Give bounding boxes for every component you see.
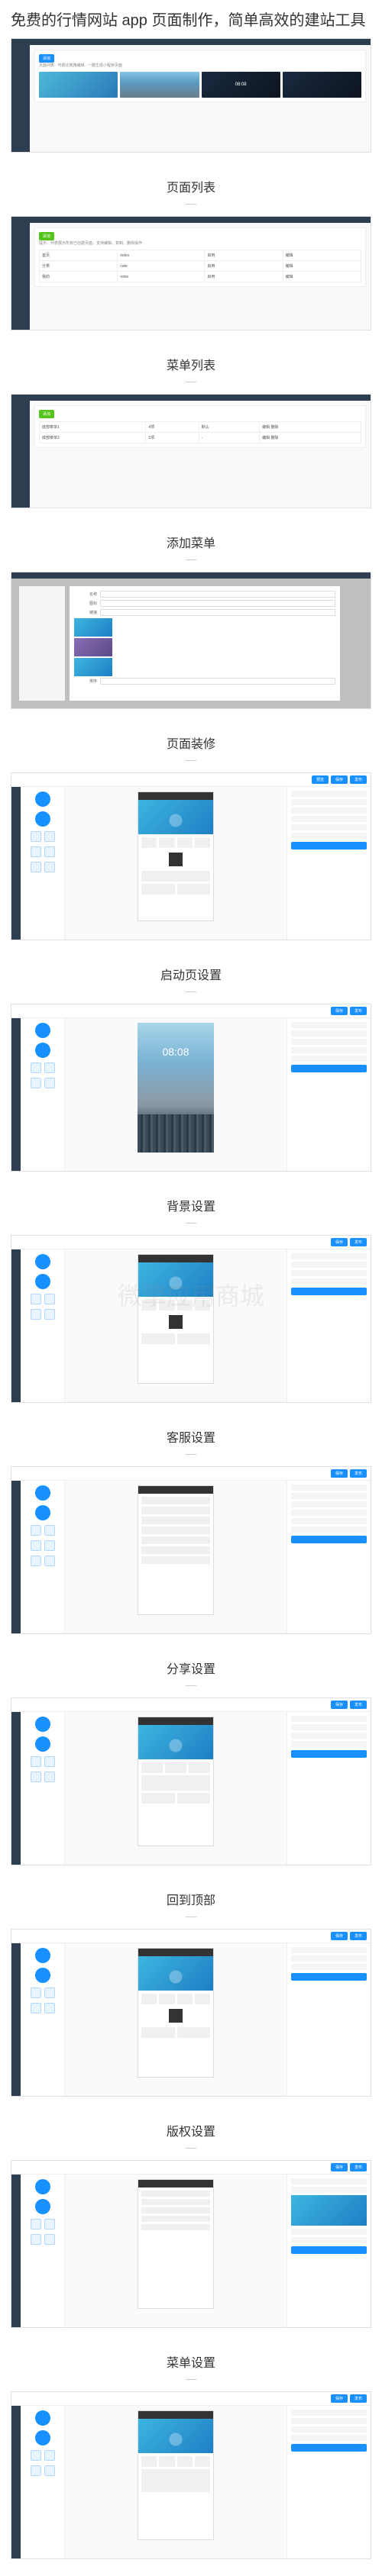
screenshot-share-settings: 保存发布 bbox=[11, 1697, 371, 1865]
phone-preview bbox=[138, 791, 214, 921]
section-title: 菜单设置 bbox=[0, 2342, 382, 2374]
menu-form: 名称 图标 链接 排序 bbox=[70, 586, 340, 701]
screenshot-page-editor: 添加 页面列表 · 可视化拖拽编辑 · 一键生成小程序页面 08:08 bbox=[11, 38, 371, 153]
screenshot-background-settings: 保存发布 bbox=[11, 1235, 371, 1403]
admin-sidebar bbox=[11, 45, 30, 152]
screenshot-menu-settings: 保存发布 bbox=[11, 2391, 371, 2559]
template-thumb bbox=[120, 72, 199, 98]
section-subtitle: ⸺ bbox=[0, 198, 382, 208]
section-title: 背景设置 bbox=[0, 1185, 382, 1217]
section-title: 启动页设置 bbox=[0, 954, 382, 986]
properties-panel bbox=[286, 787, 371, 940]
template-thumb bbox=[39, 72, 118, 98]
section-title: 页面列表 bbox=[0, 166, 382, 198]
section-title: 添加菜单 bbox=[0, 522, 382, 554]
screenshot-page-list: 添加 提示：列表展示所有已创建页面，支持编辑、复制、删除操作 首页index启用… bbox=[11, 216, 371, 330]
splash-clock: 08:08 bbox=[162, 1046, 189, 1058]
template-thumb: 08:08 bbox=[202, 72, 280, 98]
banner-image bbox=[138, 800, 213, 834]
screenshot-backtop-settings: 保存发布 bbox=[11, 1929, 371, 2097]
screenshot-splash-settings: 保存发布 08:08 bbox=[11, 1004, 371, 1172]
section-title: 分享设置 bbox=[0, 1648, 382, 1680]
watermarked-section: 背景设置 ⸺ 保存发布 bbox=[0, 1185, 382, 1403]
splash-preview: 08:08 bbox=[138, 1023, 214, 1153]
add-button: 添加 bbox=[39, 232, 54, 240]
screenshot-menu-list: 添加 底部菜单14项默认编辑 删除 底部菜单25项-编辑 删除 bbox=[11, 394, 371, 508]
intro-screenshot-section: 添加 页面列表 · 可视化拖拽编辑 · 一键生成小程序页面 08:08 bbox=[0, 38, 382, 153]
template-thumb bbox=[283, 72, 361, 98]
section-title: 回到顶部 bbox=[0, 1879, 382, 1911]
component-toolbar bbox=[21, 787, 65, 940]
section-title: 菜单列表 bbox=[0, 344, 382, 376]
section-title: 版权设置 bbox=[0, 2110, 382, 2142]
screenshot-service-settings: 保存发布 bbox=[11, 1466, 371, 1634]
screenshot-add-menu: 名称 图标 链接 排序 bbox=[11, 572, 371, 709]
preview-image bbox=[291, 2195, 367, 2226]
add-button: 添加 bbox=[39, 54, 54, 63]
section-title: 客服设置 bbox=[0, 1417, 382, 1449]
screenshot-copyright-settings: 保存发布 bbox=[11, 2160, 371, 2328]
page-title: 免费的行情网站 app 页面制作，简单高效的建站工具 bbox=[0, 0, 382, 38]
section-title: 页面装修 bbox=[0, 723, 382, 755]
qr-icon bbox=[169, 853, 183, 866]
page-table: 首页index启用编辑 分类cate启用编辑 我的mine启用编辑 bbox=[39, 250, 361, 282]
screenshot-page-decorate: 预览保存发布 bbox=[11, 772, 371, 940]
tool-item bbox=[35, 791, 50, 807]
